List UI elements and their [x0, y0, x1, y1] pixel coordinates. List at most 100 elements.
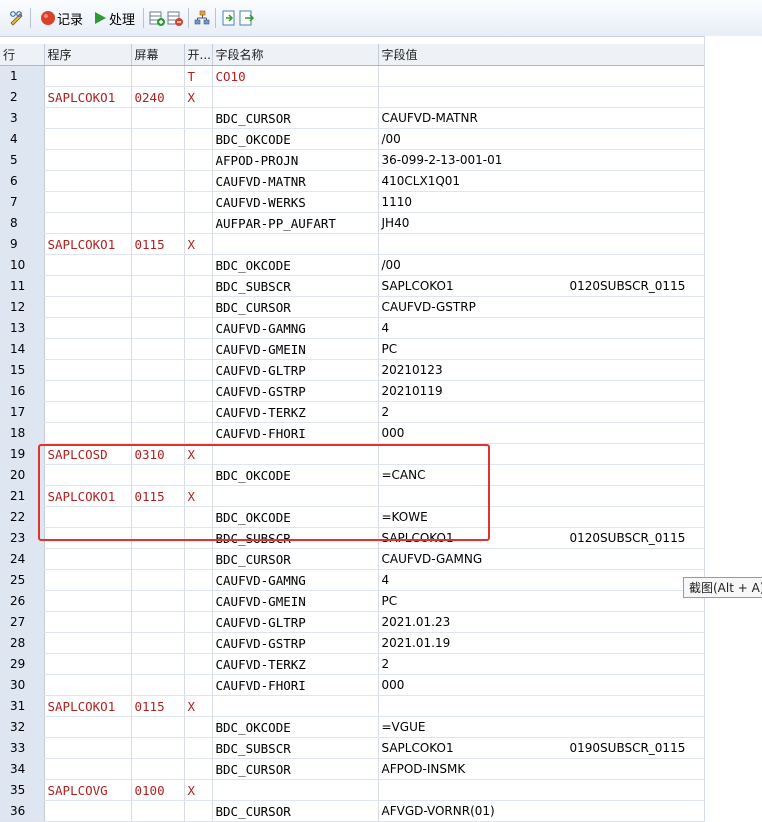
program-cell[interactable]	[44, 716, 132, 738]
field-name-cell[interactable]: BDC_OKCODE	[212, 506, 379, 528]
row-number-cell[interactable]: 10	[0, 254, 45, 276]
screen-cell[interactable]: 0240	[131, 86, 185, 108]
row-number-cell[interactable]: 15	[0, 359, 45, 381]
screen-cell[interactable]	[131, 737, 185, 759]
program-cell[interactable]: SAPLCOKO1	[44, 695, 132, 717]
table-row[interactable]: 28 CAUFVD-GSTRP 2021.01.19	[0, 632, 705, 654]
delete-row-icon[interactable]	[166, 9, 184, 27]
field-value-cell[interactable]: CAUFVD-GSTRP	[378, 296, 705, 318]
field-value-cell[interactable]: 2	[378, 653, 705, 675]
row-number-cell[interactable]: 5	[0, 149, 45, 171]
program-cell[interactable]	[44, 317, 132, 339]
field-name-cell[interactable]: BDC_CURSOR	[212, 548, 379, 570]
field-name-cell[interactable]: CO10	[212, 65, 379, 87]
screen-cell[interactable]	[131, 170, 185, 192]
field-value-cell[interactable]: 000	[378, 422, 705, 444]
start-flag-cell[interactable]	[184, 548, 213, 570]
table-row[interactable]: 2 SAPLCOKO1 0240 X	[0, 86, 705, 108]
program-cell[interactable]	[44, 422, 132, 444]
field-name-cell[interactable]	[212, 485, 379, 507]
table-row[interactable]: 22 BDC_OKCODE =KOWE	[0, 506, 705, 528]
screen-cell[interactable]	[131, 275, 185, 297]
table-row[interactable]: 7 CAUFVD-WERKS 1110	[0, 191, 705, 213]
table-row[interactable]: 17 CAUFVD-TERKZ 2	[0, 401, 705, 423]
start-flag-cell[interactable]	[184, 716, 213, 738]
screen-cell[interactable]	[131, 548, 185, 570]
screen-cell[interactable]	[131, 632, 185, 654]
field-value-cell[interactable]: =VGUE	[378, 716, 705, 738]
table-row[interactable]: 32 BDC_OKCODE =VGUE	[0, 716, 705, 738]
table-row[interactable]: 10 BDC_OKCODE/00	[0, 254, 705, 276]
table-row[interactable]: 19 SAPLCOSD 0310 X	[0, 443, 705, 465]
screen-cell[interactable]	[131, 464, 185, 486]
start-flag-cell[interactable]: X	[184, 443, 213, 465]
field-name-cell[interactable]: CAUFVD-GAMNG	[212, 569, 379, 591]
row-number-cell[interactable]: 13	[0, 317, 45, 339]
field-value-cell[interactable]	[378, 779, 705, 801]
table-row[interactable]: 18 CAUFVD-FHORI 000	[0, 422, 705, 444]
field-name-cell[interactable]	[212, 695, 379, 717]
row-number-cell[interactable]: 34	[0, 758, 45, 780]
start-flag-cell[interactable]	[184, 506, 213, 528]
field-name-cell[interactable]: CAUFVD-GSTRP	[212, 380, 379, 402]
field-name-cell[interactable]: CAUFVD-GLTRP	[212, 359, 379, 381]
table-row[interactable]: 1 T CO10	[0, 65, 705, 87]
program-cell[interactable]	[44, 191, 132, 213]
table-row[interactable]: 34 BDC_CURSOR AFPOD-INSMK	[0, 758, 705, 780]
row-number-cell[interactable]: 21	[0, 485, 45, 507]
table-row[interactable]: 24 BDC_CURSOR CAUFVD-GAMNG	[0, 548, 705, 570]
field-value-cell[interactable]: PC	[378, 590, 705, 612]
screen-cell[interactable]	[131, 212, 185, 234]
row-number-cell[interactable]: 33	[0, 737, 45, 759]
field-value-cell[interactable]	[378, 695, 705, 717]
row-number-cell[interactable]: 4	[0, 128, 45, 150]
row-number-cell[interactable]: 11	[0, 275, 45, 297]
screen-cell[interactable]	[131, 65, 185, 87]
row-number-cell[interactable]: 9	[0, 233, 45, 255]
row-number-cell[interactable]: 25	[0, 569, 45, 591]
start-flag-cell[interactable]	[184, 212, 213, 234]
screen-cell[interactable]	[131, 653, 185, 675]
start-flag-cell[interactable]	[184, 611, 213, 633]
field-name-cell[interactable]: BDC_CURSOR	[212, 758, 379, 780]
row-number-cell[interactable]: 14	[0, 338, 45, 360]
program-cell[interactable]	[44, 107, 132, 129]
field-value-cell[interactable]: 2	[378, 401, 705, 423]
screen-cell[interactable]	[131, 338, 185, 360]
insert-row-icon[interactable]	[148, 9, 166, 27]
field-value-cell[interactable]: SAPLCOKO1 0120SUBSCR_0115	[378, 275, 705, 297]
start-flag-cell[interactable]	[184, 338, 213, 360]
field-name-cell[interactable]: CAUFVD-WERKS	[212, 191, 379, 213]
row-number-cell[interactable]: 24	[0, 548, 45, 570]
field-value-cell[interactable]: PC	[378, 338, 705, 360]
program-cell[interactable]	[44, 548, 132, 570]
column-header-field-value[interactable]: 字段值	[378, 44, 705, 66]
field-value-cell[interactable]	[378, 233, 705, 255]
field-value-cell[interactable]: AFPOD-INSMK	[378, 758, 705, 780]
start-flag-cell[interactable]	[184, 275, 213, 297]
screen-cell[interactable]	[131, 254, 185, 276]
row-number-cell[interactable]: 6	[0, 170, 45, 192]
field-value-cell[interactable]: AFVGD-VORNR(01)	[378, 800, 705, 822]
program-cell[interactable]	[44, 737, 132, 759]
row-number-cell[interactable]: 7	[0, 191, 45, 213]
field-name-cell[interactable]: CAUFVD-MATNR	[212, 170, 379, 192]
table-row[interactable]: 33 BDC_SUBSCR SAPLCOKO1 0190SUBSCR_0115	[0, 737, 705, 759]
start-flag-cell[interactable]	[184, 128, 213, 150]
start-flag-cell[interactable]	[184, 296, 213, 318]
start-flag-cell[interactable]	[184, 107, 213, 129]
table-row[interactable]: 27 CAUFVD-GLTRP 2021.01.23	[0, 611, 705, 633]
import-icon[interactable]	[220, 9, 238, 27]
program-cell[interactable]	[44, 65, 132, 87]
field-value-cell[interactable]	[378, 485, 705, 507]
row-number-cell[interactable]: 29	[0, 653, 45, 675]
row-number-cell[interactable]: 26	[0, 590, 45, 612]
column-header-field-name[interactable]: 字段名称	[212, 44, 379, 66]
table-row[interactable]: 9 SAPLCOKO1 0115 X	[0, 233, 705, 255]
process-button[interactable]: 处理	[87, 6, 139, 30]
row-number-cell[interactable]: 32	[0, 716, 45, 738]
field-name-cell[interactable]: BDC_OKCODE	[212, 254, 379, 276]
start-flag-cell[interactable]	[184, 191, 213, 213]
field-name-cell[interactable]: CAUFVD-FHORI	[212, 422, 379, 444]
field-value-cell[interactable]: =CANC	[378, 464, 705, 486]
